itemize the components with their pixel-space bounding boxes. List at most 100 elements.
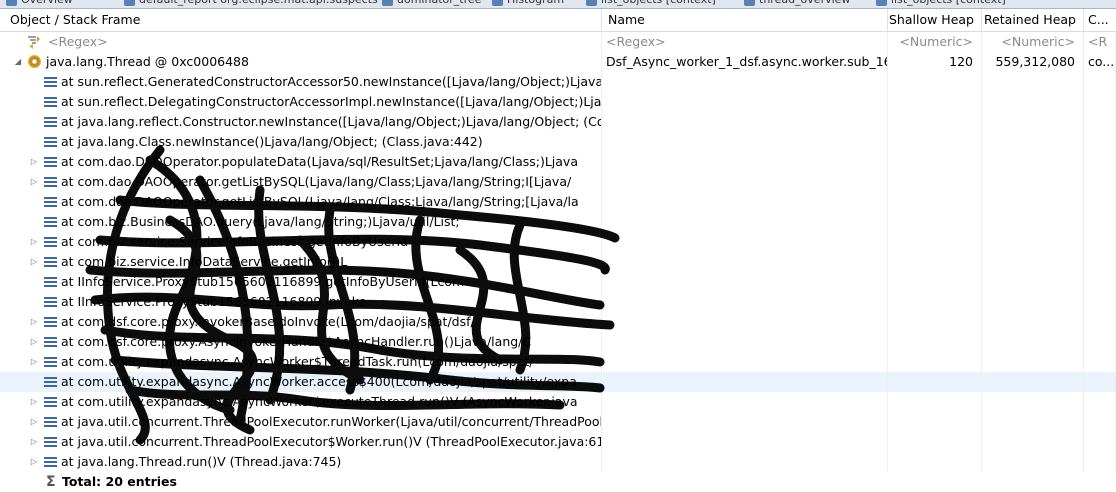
empty-cell — [888, 292, 982, 312]
expand-arrow-icon[interactable]: ▷ — [30, 452, 38, 472]
filter-row: <Regex> <Regex> <Numeric> <Numeric> <R — [0, 32, 1116, 52]
empty-cell — [888, 252, 982, 272]
stack-frame-icon — [44, 317, 57, 327]
total-entries: Total: 20 entries — [62, 474, 177, 489]
tab-icon — [6, 0, 17, 6]
tab-label: thread_overview — [759, 0, 850, 6]
empty-cell — [982, 352, 1084, 372]
tab-1[interactable]: default_report org.eclipse.mat.api:suspe… — [124, 0, 378, 7]
stack-frame-text: at com.dao.DAOOperator.populateData(Ljav… — [61, 154, 578, 169]
stack-frame-row[interactable]: at IInfoService.ProxyStub1565602116899.g… — [0, 272, 1116, 292]
empty-cell — [888, 112, 982, 132]
stack-frame-row[interactable]: at java.lang.Class.newInstance()Ljava/la… — [0, 132, 1116, 152]
empty-cell — [888, 432, 982, 452]
expand-arrow-icon[interactable]: ▷ — [30, 312, 38, 332]
tab-4[interactable]: list_objects [context] — [586, 0, 716, 7]
expand-arrow-icon[interactable]: ▷ — [30, 232, 38, 252]
stack-frame-row[interactable]: ▷ at com.utility.expandasync.AsyncWorker$… — [0, 352, 1116, 372]
stack-frame-row[interactable]: ▷ at com.biz.service.ServiceInfoBusiness.… — [0, 232, 1116, 252]
tab-6[interactable]: list_objects [context] — [876, 0, 1006, 7]
total-row: Σ Total: 20 entries — [0, 472, 1116, 492]
empty-cell — [602, 212, 888, 232]
empty-cell — [1084, 352, 1116, 372]
stack-frame-text: at sun.reflect.DelegatingConstructorAcce… — [61, 94, 602, 109]
expand-arrow-icon[interactable]: ▷ — [30, 152, 38, 172]
filter-input-shallow[interactable]: <Numeric> — [888, 32, 982, 52]
empty-cell — [888, 372, 982, 392]
empty-cell — [602, 392, 888, 412]
column-frame[interactable]: Object / Stack Frame — [0, 9, 602, 31]
stack-frame-row[interactable]: ▷ at com.dsf.core.proxy.InvokerBase.doInv… — [0, 312, 1116, 332]
stack-frame-row[interactable]: at com.biz.BusinessDAO.query(Ljava/lang/… — [0, 212, 1116, 232]
stack-frame-icon — [44, 137, 57, 147]
empty-cell — [1084, 312, 1116, 332]
column-name[interactable]: Name — [602, 9, 888, 31]
filter-icon — [28, 36, 40, 49]
empty-cell — [888, 152, 982, 172]
filter-input-name[interactable]: <Regex> — [602, 32, 888, 52]
expand-arrow-icon[interactable]: ▷ — [30, 252, 38, 272]
empty-cell — [1084, 72, 1116, 92]
empty-cell — [602, 192, 888, 212]
expand-arrow-icon[interactable]: ▷ — [30, 332, 38, 352]
stack-frame-row[interactable]: at java.lang.reflect.Constructor.newInst… — [0, 112, 1116, 132]
stack-frame-text: at com.biz.service.InfoDataService.getIn… — [61, 254, 348, 269]
expand-arrow-icon[interactable]: ▷ — [30, 352, 38, 372]
column-shallow-heap[interactable]: Shallow Heap — [888, 9, 982, 31]
stack-frame-icon — [44, 177, 57, 187]
stack-frame-text: at java.lang.reflect.Constructor.newInst… — [61, 114, 601, 129]
stack-frame-row[interactable]: at sun.reflect.GeneratedConstructorAcces… — [0, 72, 1116, 92]
stack-frame-row[interactable]: ▷ at com.dsf.core.proxy.AsyncInvokerHandl… — [0, 332, 1116, 352]
expand-arrow-icon[interactable]: ▷ — [30, 432, 38, 452]
stack-frame-row[interactable]: ▷ at com.utility.expandasync.AsyncWorker$… — [0, 392, 1116, 412]
filter-input-retained[interactable]: <Numeric> — [982, 32, 1084, 52]
stack-frame-text: at com.utility.expandasync.AsyncWorker$e… — [61, 394, 578, 409]
stack-frame-icon — [44, 297, 57, 307]
filter-input-extra[interactable]: <R — [1084, 32, 1116, 52]
stack-frame-row[interactable]: ▷ at com.biz.service.InfoDataService.getI… — [0, 252, 1116, 272]
filter-cell-frame[interactable]: <Regex> — [0, 32, 602, 52]
tab-2[interactable]: dominator_tree — [382, 0, 481, 7]
expand-arrow-icon[interactable]: ▷ — [30, 412, 38, 432]
stack-frame-row[interactable]: ▷ at com.dao.DAOOperator.getListBySQL(Lja… — [0, 172, 1116, 192]
empty-cell — [982, 192, 1084, 212]
tab-5[interactable]: thread_overview — [744, 0, 850, 7]
tab-0[interactable]: Overview — [6, 0, 73, 7]
empty-cell — [888, 72, 982, 92]
stack-frame-row[interactable]: at com.dao.DAOOperator.getListBySQL(Ljav… — [0, 192, 1116, 212]
tab-icon — [586, 0, 597, 6]
thread-row[interactable]: ◢ java.lang.Thread @ 0xc0006488 Dsf_Asyn… — [0, 52, 1116, 72]
empty-cell — [602, 292, 888, 312]
stack-frame-text: at com.biz.BusinessDAO.query(Ljava/lang/… — [61, 214, 460, 229]
empty-cell — [982, 332, 1084, 352]
expand-arrow-icon[interactable]: ▷ — [30, 172, 38, 192]
empty-cell — [602, 232, 888, 252]
expand-arrow-icon[interactable]: ▷ — [30, 392, 38, 412]
empty-cell — [1084, 372, 1116, 392]
editor-tabs: Overview default_report org.eclipse.mat.a… — [0, 0, 1116, 9]
empty-cell — [1084, 332, 1116, 352]
tab-label: list_objects [context] — [601, 0, 716, 6]
empty-cell — [602, 452, 888, 472]
empty-cell — [602, 332, 888, 352]
column-extra[interactable]: C... — [1084, 9, 1116, 31]
empty-cell — [982, 212, 1084, 232]
empty-cell — [982, 412, 1084, 432]
stack-frame-icon — [44, 197, 57, 207]
tab-3[interactable]: Histogram — [492, 0, 564, 7]
collapse-arrow-icon[interactable]: ◢ — [14, 52, 22, 72]
column-retained-heap[interactable]: Retained Heap — [982, 9, 1084, 31]
empty-cell — [602, 432, 888, 452]
stack-frame-text: at com.dao.DAOOperator.getListBySQL(Ljav… — [61, 174, 572, 189]
stack-frame-row[interactable]: at IInfoService.ProxyStub1565602116899.i… — [0, 292, 1116, 312]
empty-cell — [602, 252, 888, 272]
empty-cell — [888, 412, 982, 432]
filter-input-frame[interactable]: <Regex> — [48, 32, 108, 52]
stack-frame-row[interactable]: ▷ at com.dao.DAOOperator.populateData(Lja… — [0, 152, 1116, 172]
stack-frame-text: at java.lang.Class.newInstance()Ljava/la… — [61, 134, 483, 149]
stack-frame-row[interactable]: ▷ at java.lang.Thread.run()V (Thread.java… — [0, 452, 1116, 472]
stack-frame-row[interactable]: ▷ at java.util.concurrent.ThreadPoolExecu… — [0, 432, 1116, 452]
stack-frame-row[interactable]: at com.utility.expandasync.AsyncWorker.a… — [0, 372, 1116, 392]
stack-frame-row[interactable]: ▷ at java.util.concurrent.ThreadPoolExecu… — [0, 412, 1116, 432]
stack-frame-row[interactable]: at sun.reflect.DelegatingConstructorAcce… — [0, 92, 1116, 112]
